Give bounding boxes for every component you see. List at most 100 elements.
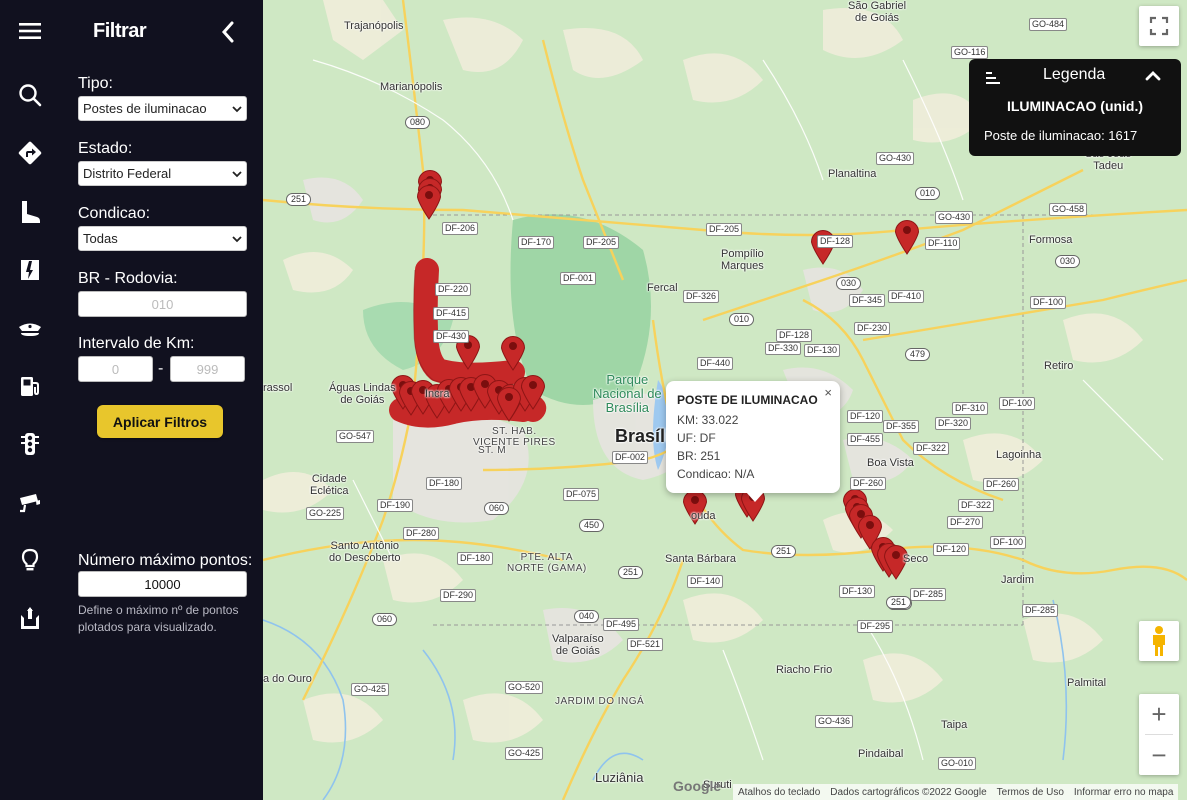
road-shield: DF-100 <box>990 536 1027 549</box>
menu-icon[interactable] <box>12 13 48 49</box>
road-shield: DF-100 <box>1030 296 1067 309</box>
map-marker[interactable] <box>495 384 523 422</box>
estado-select[interactable]: Distrito Federal <box>78 161 247 186</box>
br-input[interactable] <box>78 291 247 317</box>
popup-close-button[interactable]: × <box>824 385 832 400</box>
search-icon[interactable] <box>12 77 48 113</box>
maxpts-help: Define o máximo nº de pontos plotados pa… <box>78 603 239 634</box>
road-shield: DF-285 <box>910 588 947 601</box>
place-label: Luziânia <box>595 770 644 785</box>
km-to-input[interactable] <box>170 356 245 382</box>
zoom-out-button[interactable]: − <box>1139 735 1179 775</box>
road-shield: DF-120 <box>847 410 884 423</box>
road-shield: DF-110 <box>925 237 961 250</box>
legend-panel: Legenda ILUMINACAO (unid.) Poste de ilum… <box>969 59 1181 156</box>
road-shield: DF-130 <box>804 344 841 357</box>
road-shield: 030 <box>836 277 862 290</box>
fuel-icon[interactable] <box>12 368 48 404</box>
road-shield: DF-355 <box>883 420 920 433</box>
place-label: Riacho Frio <box>776 664 833 676</box>
map-marker[interactable] <box>519 372 547 410</box>
place-label: São Gabriel de Goiás <box>848 0 907 24</box>
terms-link[interactable]: Termos de Uso <box>992 787 1069 798</box>
fullscreen-button[interactable] <box>1139 6 1179 46</box>
road-shield: DF-190 <box>377 499 414 512</box>
road-shield: DF-330 <box>765 342 802 355</box>
zoom-controls: + − <box>1139 694 1179 775</box>
place-label: Cidade Eclética <box>310 473 349 497</box>
pegman-icon <box>1153 626 1165 656</box>
road-shield: DF-128 <box>817 235 854 248</box>
place-label: Planaltina <box>828 168 877 180</box>
road-shield: DF-415 <box>433 307 470 320</box>
place-label: rassol <box>263 382 293 394</box>
road-shield: DF-180 <box>426 477 463 490</box>
legend-title: Legenda <box>1043 66 1106 83</box>
road-shield: DF-290 <box>440 589 477 602</box>
road-shield: GO-225 <box>306 507 345 520</box>
road-shield: DF-521 <box>627 638 664 651</box>
street-view-button[interactable] <box>1139 621 1179 661</box>
chevron-down-icon <box>232 170 242 177</box>
map-marker[interactable] <box>893 217 921 255</box>
road-shield: DF-320 <box>935 417 972 430</box>
road-shield: 251 <box>286 193 312 206</box>
place-label: Formosa <box>1029 234 1073 246</box>
road-shield: GO-436 <box>815 715 854 728</box>
road-shield: 479 <box>905 348 931 361</box>
lightbulb-icon[interactable] <box>12 542 48 578</box>
road-shield: GO-547 <box>336 430 375 443</box>
toll-icon[interactable] <box>12 600 48 636</box>
road-icon[interactable] <box>12 252 48 288</box>
district-label: PTE. ALTA NORTE (GAMA) <box>507 552 587 574</box>
road-shield: 060 <box>372 613 398 626</box>
road-shield: GO-520 <box>505 681 544 694</box>
km-label: Intervalo de Km: <box>78 335 195 352</box>
maxpts-input[interactable] <box>78 571 247 597</box>
police-cap-icon[interactable] <box>12 310 48 346</box>
road-shield: DF-100 <box>999 397 1036 410</box>
collapse-chevron-icon[interactable] <box>218 20 238 44</box>
road-shield: 010 <box>915 187 941 200</box>
district-label: JARDIM DO INGÁ <box>555 696 645 707</box>
popup-title: POSTE DE ILUMINACAO <box>677 393 818 407</box>
camera-icon[interactable] <box>12 484 48 520</box>
road-shield: 040 <box>574 610 600 623</box>
chevron-up-icon[interactable] <box>1145 69 1161 83</box>
report-error-link[interactable]: Informar erro no mapa <box>1069 787 1179 798</box>
maxpts-label: Número máximo pontos: <box>78 552 253 569</box>
map-marker[interactable] <box>415 182 443 220</box>
tipo-select-value: Postes de iluminacao <box>83 101 207 116</box>
place-label: Fercal <box>647 282 678 294</box>
zoom-in-button[interactable]: + <box>1139 694 1179 734</box>
road-shield: DF-280 <box>403 527 440 540</box>
info-popup: × POSTE DE ILUMINACAO KM: 33.022 UF: DF … <box>666 381 840 502</box>
map-marker[interactable] <box>499 333 527 371</box>
place-label: Palmital <box>1067 677 1107 689</box>
map-attribution: Atalhos do teclado Dados cartográficos ©… <box>733 784 1179 800</box>
apply-filters-button[interactable]: Aplicar Filtros <box>97 405 223 438</box>
legend-list-icon <box>986 72 1000 84</box>
place-label: Pompílio Marques <box>721 248 764 272</box>
br-label: BR - Rodovia: <box>78 270 178 287</box>
boot-icon[interactable] <box>12 194 48 230</box>
map-canvas[interactable]: São Gabriel de Goiás Trajanópolis Marianó… <box>263 0 1187 800</box>
tipo-select[interactable]: Postes de iluminacao <box>78 96 247 121</box>
road-shield: GO-425 <box>351 683 390 696</box>
place-label: ouda <box>691 510 716 522</box>
road-shield: DF-295 <box>857 620 894 633</box>
km-from-input[interactable] <box>78 356 153 382</box>
tipo-label: Tipo: <box>78 75 113 92</box>
road-shield: 450 <box>579 519 605 532</box>
km-dash: - <box>158 360 164 377</box>
keyboard-shortcuts-link[interactable]: Atalhos do teclado <box>733 787 825 798</box>
road-shield: DF-230 <box>854 322 891 335</box>
traffic-light-icon[interactable] <box>12 426 48 462</box>
condicao-select[interactable]: Todas <box>78 226 247 251</box>
panel-title: Filtrar <box>93 20 147 42</box>
road-shield: DF-322 <box>913 442 950 455</box>
road-shield: DF-120 <box>933 543 970 556</box>
road-shield: DF-310 <box>952 402 989 415</box>
popup-uf: UF: DF <box>677 431 716 445</box>
route-icon[interactable] <box>12 135 48 171</box>
